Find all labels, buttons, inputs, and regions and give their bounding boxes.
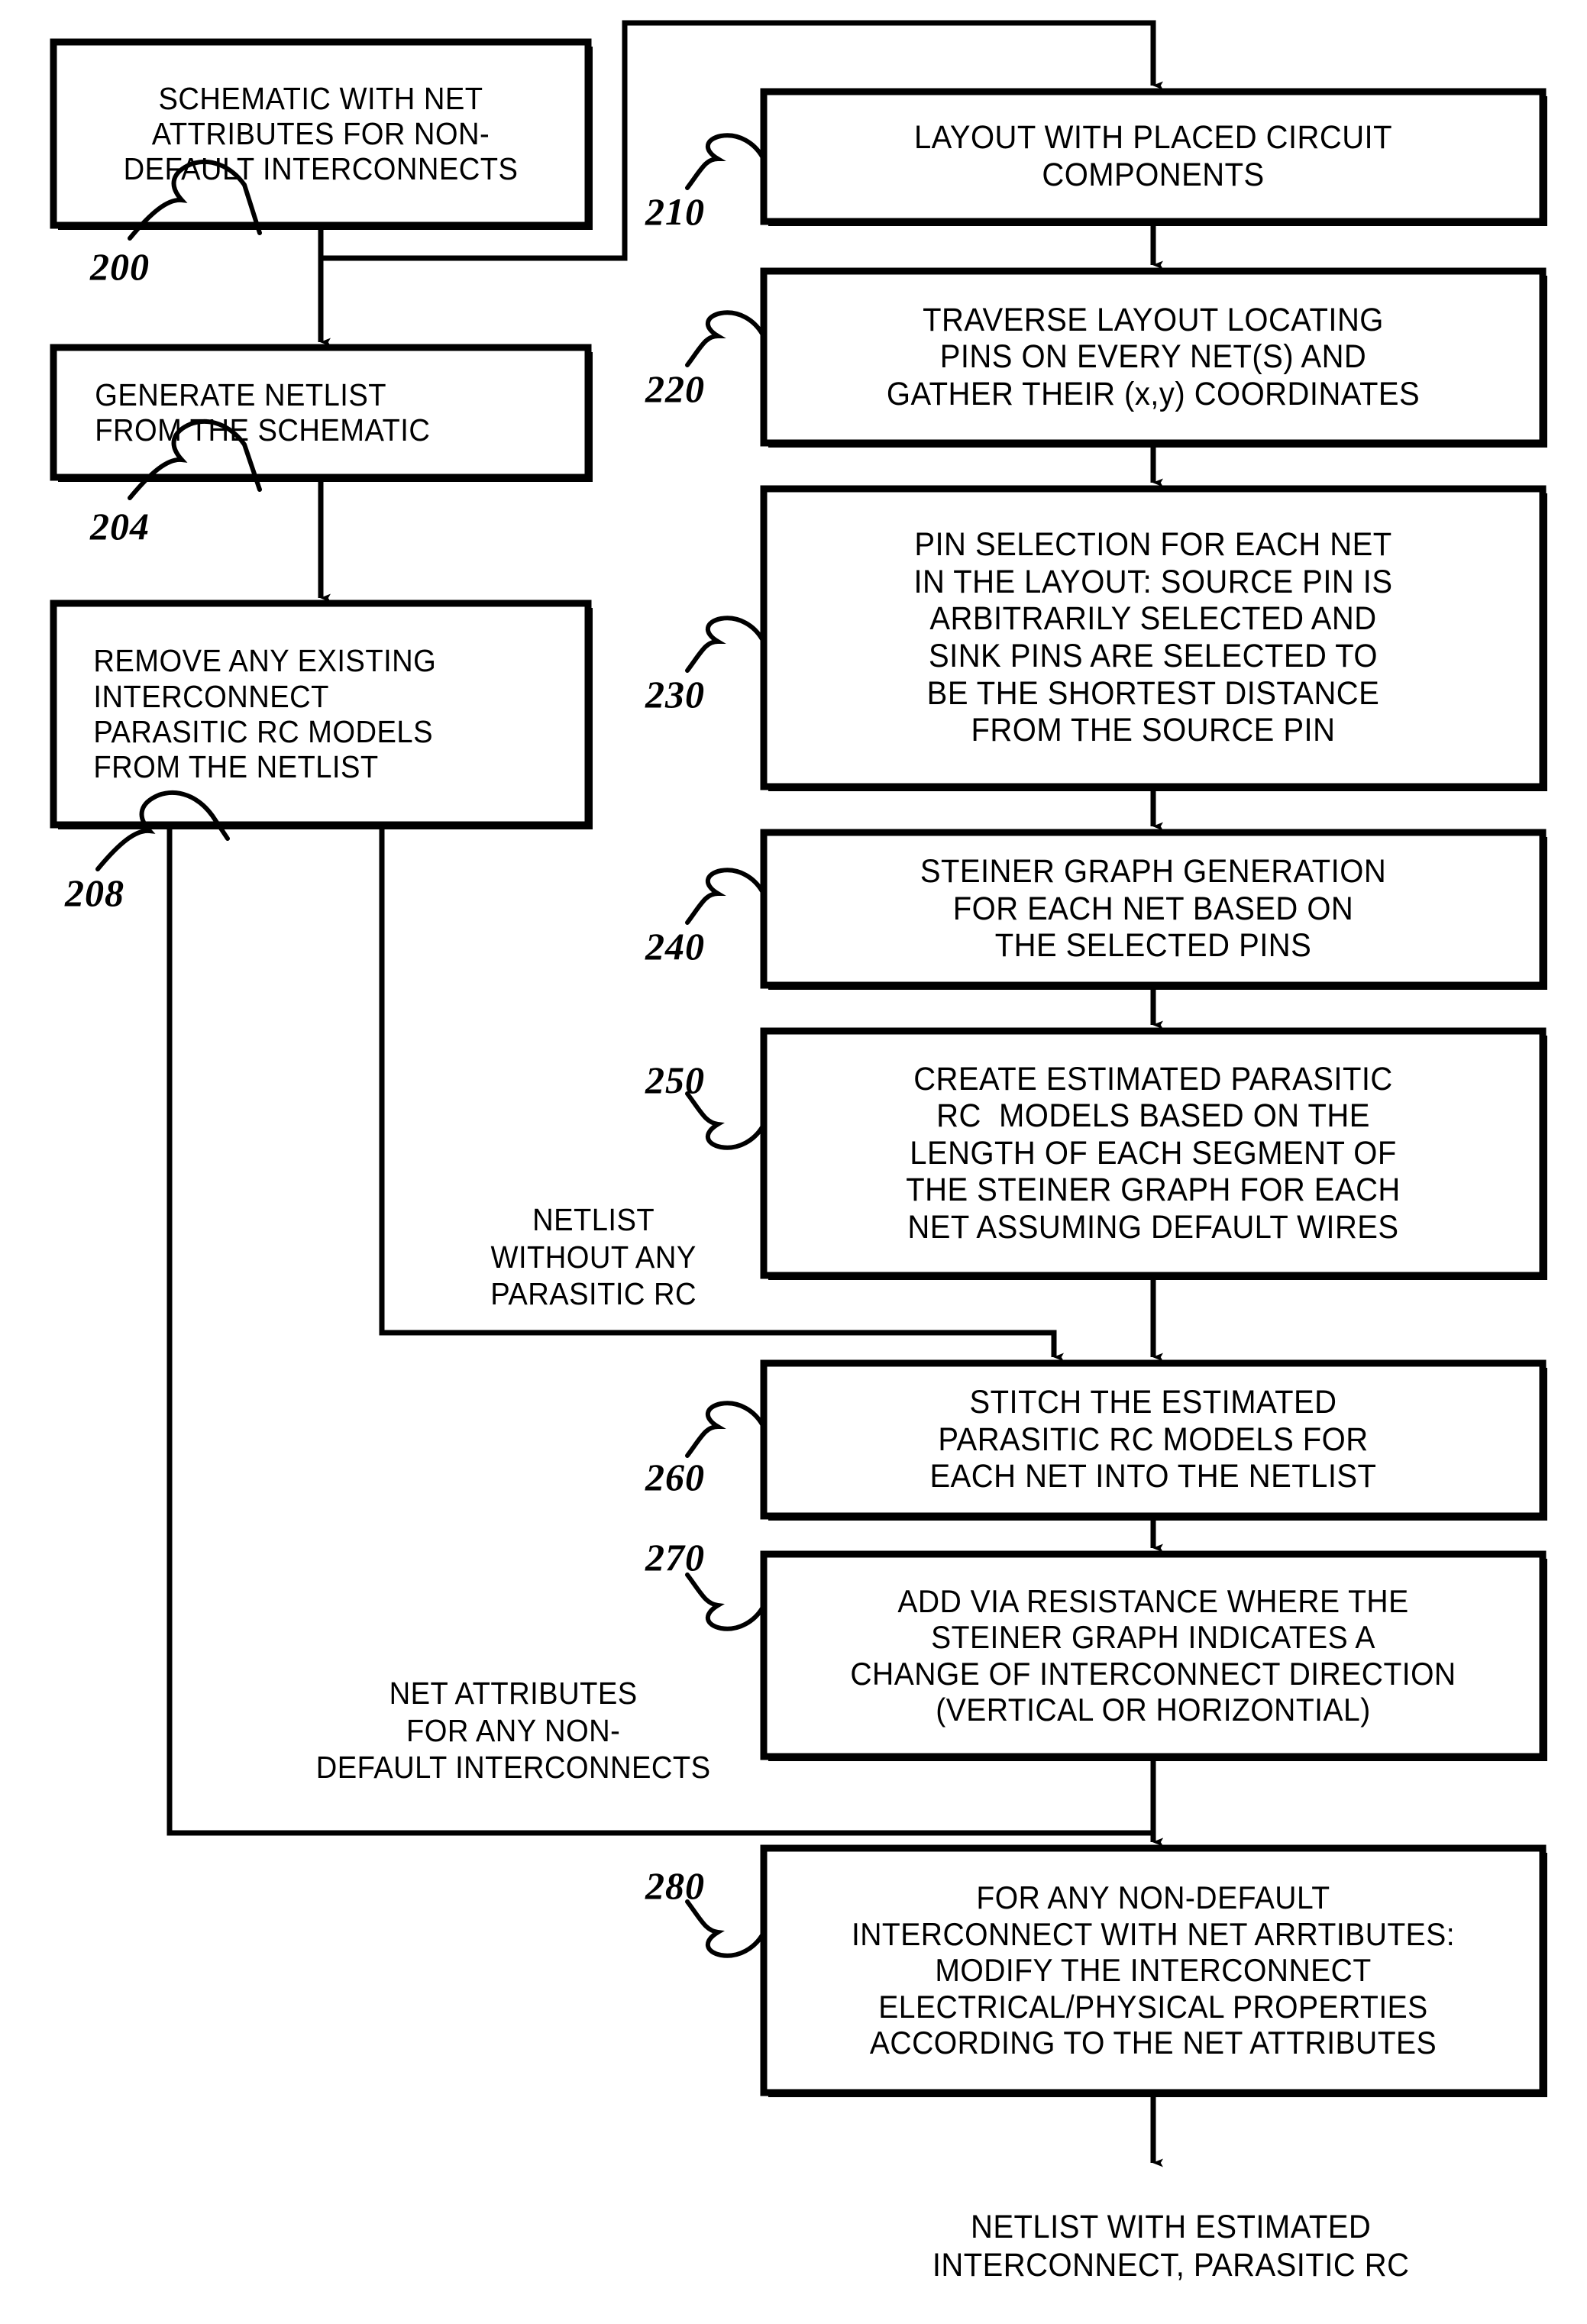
leader-230 xyxy=(685,616,764,673)
leader-280 xyxy=(685,1899,764,1958)
leader-240 xyxy=(685,868,764,925)
leader-250 xyxy=(685,1091,764,1150)
leader-210 xyxy=(685,133,764,190)
flowchart-canvas: SCHEMATIC WITH NET ATTRIBUTES FOR NON- D… xyxy=(0,0,1587,2291)
leader-260 xyxy=(685,1401,764,1458)
flowchart-lines xyxy=(50,20,1547,2167)
leader-220 xyxy=(685,310,764,367)
box-outlines xyxy=(50,38,1547,2097)
leader-270 xyxy=(685,1572,764,1631)
